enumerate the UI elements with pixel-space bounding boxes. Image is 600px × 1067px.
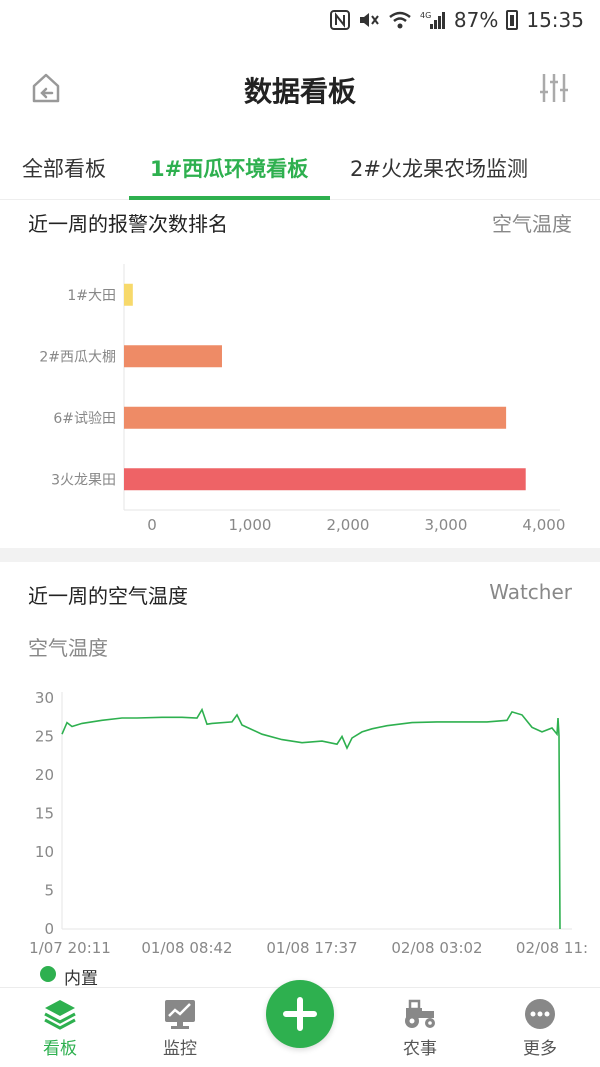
- nav-more-label: 更多: [523, 1039, 557, 1059]
- x-tick-label: 2,000: [326, 516, 369, 534]
- signal-icon: 4G: [420, 9, 446, 31]
- nav-farming[interactable]: 农事: [380, 988, 460, 1067]
- y-tick-label: 15: [35, 805, 54, 823]
- y-tick-label: 5: [44, 882, 54, 900]
- bar: [124, 468, 526, 491]
- add-button[interactable]: [266, 980, 334, 1048]
- bar-category-label: 2#西瓜大棚: [39, 349, 116, 365]
- sliders-icon: [540, 74, 568, 102]
- bar-category-label: 6#试验田: [53, 411, 116, 427]
- bottom-navigation: 看板 监控 农事 更多: [0, 980, 600, 1067]
- plus-icon: [283, 997, 317, 1031]
- board-tabs: 全部看板 1#西瓜环境看板 2#火龙果农场监测: [0, 136, 600, 200]
- app-header: 数据看板: [0, 40, 600, 136]
- layers-icon: [44, 1000, 76, 1030]
- x-tick-label: 1/07 20:11: [29, 939, 111, 957]
- nav-dashboard-label: 看板: [43, 1039, 77, 1059]
- legend-marker: [40, 966, 56, 982]
- y-tick-label: 10: [35, 843, 54, 861]
- alarm-bar-chart: 1#大田 2#西瓜大棚 6#试验田 3火龙果田 0 1,000 2,000 3,000 4,00…: [39, 264, 565, 534]
- monitor-icon: [165, 1000, 195, 1029]
- section-divider: [0, 548, 600, 562]
- x-tick-label: 01/08 08:42: [141, 939, 232, 957]
- battery-percent: 87%: [453, 8, 499, 32]
- nav-farming-label: 农事: [403, 1039, 437, 1059]
- nav-more[interactable]: 更多: [500, 988, 580, 1067]
- wifi-icon: [388, 9, 412, 31]
- nfc-icon: [329, 9, 350, 31]
- mute-icon: [358, 9, 380, 31]
- y-tick-label: 25: [35, 728, 54, 746]
- legend-label: 内置: [64, 969, 98, 989]
- tab-watermelon-board[interactable]: 1#西瓜环境看板: [150, 136, 308, 200]
- nav-monitor[interactable]: 监控: [140, 988, 220, 1067]
- y-tick-label: 0: [44, 920, 54, 938]
- x-tick-label: 02/08 11:: [516, 939, 588, 957]
- bar-category-label: 1#大田: [67, 288, 116, 304]
- nav-monitor-label: 监控: [163, 1039, 197, 1059]
- status-bar: 4G 87% 15:35: [0, 0, 600, 40]
- bar: [124, 345, 222, 368]
- air-temperature-line-chart: 0 5 10 15 20 25 30 1/07 20:11 01/08 08:42 01/08 1…: [29, 689, 588, 957]
- tab-all-boards[interactable]: 全部看板: [22, 136, 106, 200]
- battery-icon: [506, 10, 519, 30]
- tab-pitaya-farm[interactable]: 2#火龙果农场监测: [350, 136, 528, 200]
- x-tick-label: 4,000: [522, 516, 565, 534]
- bar: [124, 406, 507, 429]
- temperature-series-line: [61, 707, 561, 930]
- more-icon: [525, 999, 555, 1029]
- bar: [124, 283, 133, 306]
- y-tick-label: 20: [35, 766, 54, 784]
- x-tick-label: 0: [147, 516, 157, 534]
- alarm-ranking-card: 近一周的报警次数排名 空气温度 1#大田 2#西瓜大棚 6#试验田 3火龙果田 0 1,0…: [0, 200, 600, 548]
- x-tick-label: 3,000: [424, 516, 467, 534]
- tractor-icon: [405, 999, 435, 1028]
- filter-button[interactable]: [532, 66, 576, 110]
- y-tick-label: 30: [35, 689, 54, 707]
- air-temperature-card: 近一周的空气温度 Watcher 空气温度 0 5 10 15 20 25 30 1/07 2…: [0, 562, 600, 989]
- nav-dashboard[interactable]: 看板: [20, 988, 100, 1067]
- bar-category-label: 3火龙果田: [51, 472, 116, 488]
- x-tick-label: 01/08 17:37: [266, 939, 357, 957]
- page-title: 数据看板: [243, 75, 356, 108]
- svg-text:4G: 4G: [420, 11, 431, 20]
- x-tick-label: 02/08 03:02: [391, 939, 482, 957]
- x-tick-label: 1,000: [229, 516, 272, 534]
- clock: 15:35: [526, 8, 584, 32]
